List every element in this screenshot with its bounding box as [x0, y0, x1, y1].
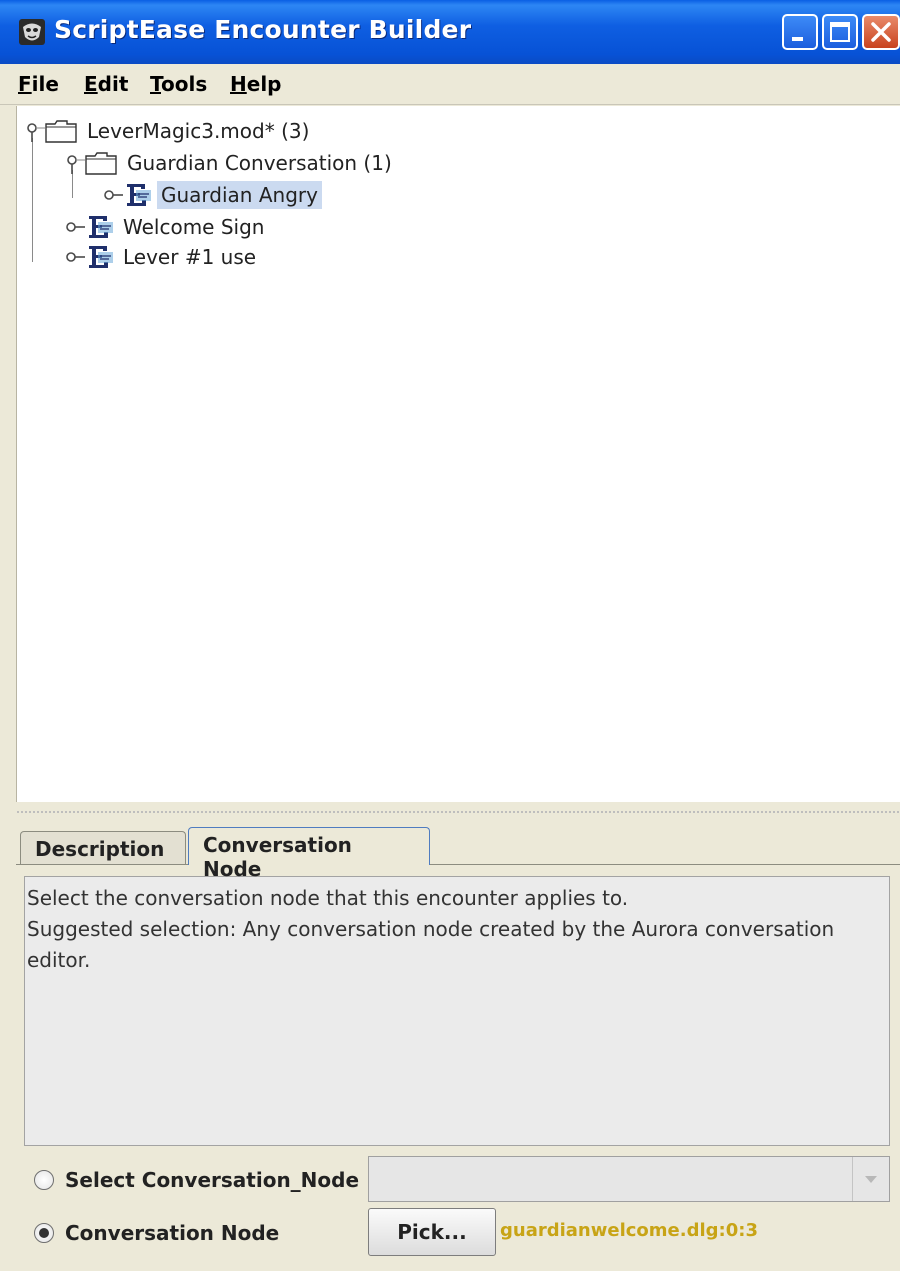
collapsed-handle-icon[interactable]: [101, 184, 123, 206]
chevron-down-icon[interactable]: [852, 1157, 889, 1201]
encounter-icon: [85, 243, 115, 271]
menu-tools-mnemonic: T: [150, 72, 161, 96]
expanded-handle-icon[interactable]: [23, 120, 45, 142]
menu-help-label: elp: [246, 72, 282, 96]
close-icon: [871, 22, 891, 42]
description-line: Select the conversation node that this e…: [27, 886, 629, 910]
scriptease-mask-icon: [19, 19, 45, 45]
tree-node-label: LeverMagic3.mod* (3): [87, 119, 310, 143]
tree-node-welcome-sign[interactable]: Welcome Sign: [63, 212, 268, 242]
collapsed-handle-icon[interactable]: [63, 216, 85, 238]
select-conversation-node-option[interactable]: Select Conversation_Node: [34, 1168, 359, 1192]
menu-help-mnemonic: H: [230, 72, 247, 96]
selected-node-value: guardianwelcome.dlg:0:3: [500, 1220, 758, 1241]
select-conversation-node-label: Select Conversation_Node: [65, 1168, 360, 1192]
description-line: Suggested selection: Any conversation no…: [27, 917, 835, 941]
minimize-icon: [792, 37, 803, 41]
tree-node-root[interactable]: LeverMagic3.mod* (3): [23, 116, 313, 146]
split-pane-divider[interactable]: [16, 802, 900, 824]
pick-button[interactable]: Pick...: [368, 1208, 496, 1256]
menu-edit-mnemonic: E: [84, 72, 98, 96]
tree-node-guardian-conversation[interactable]: Guardian Conversation (1): [63, 148, 396, 178]
menu-file-label: ile: [31, 72, 59, 96]
description-line: editor.: [27, 948, 91, 972]
tree-node-lever-1-use[interactable]: Lever #1 use: [63, 242, 260, 272]
tree-node-label: Guardian Conversation (1): [127, 151, 392, 175]
menu-edit[interactable]: Edit: [84, 72, 128, 96]
tab-description[interactable]: Description: [20, 831, 186, 865]
conversation-node-combo[interactable]: [368, 1156, 890, 1202]
maximize-button[interactable]: [822, 14, 858, 50]
radio-unchecked-icon[interactable]: [34, 1170, 54, 1190]
maximize-icon: [830, 22, 850, 42]
tree-line: [32, 138, 33, 262]
folder-icon: [45, 119, 77, 143]
encounter-icon: [123, 181, 153, 209]
minimize-button[interactable]: [782, 14, 818, 50]
encounter-icon: [85, 213, 115, 241]
tab-conversation-node[interactable]: Conversation Node: [188, 827, 430, 881]
folder-icon: [85, 151, 117, 175]
radio-checked-icon[interactable]: [34, 1223, 54, 1243]
tree-node-label: Welcome Sign: [123, 215, 265, 239]
tree-node-label: Guardian Angry: [157, 181, 322, 209]
collapsed-handle-icon[interactable]: [63, 246, 85, 268]
tab-divider: [16, 864, 900, 865]
menu-edit-label: dit: [97, 72, 129, 96]
menu-help[interactable]: Help: [230, 72, 282, 96]
conversation-node-option[interactable]: Conversation Node: [34, 1221, 279, 1245]
conversation-node-label: Conversation Node: [65, 1221, 280, 1245]
window-title: ScriptEase Encounter Builder: [54, 15, 472, 44]
menu-file[interactable]: File: [18, 72, 59, 96]
close-button[interactable]: [862, 14, 900, 50]
encounter-tree[interactable]: LeverMagic3.mod* (3) Guardian Conversati…: [16, 106, 900, 802]
title-bar[interactable]: ScriptEase Encounter Builder: [0, 0, 900, 64]
tree-node-guardian-angry[interactable]: Guardian Angry: [101, 180, 322, 210]
tree-node-label: Lever #1 use: [123, 245, 257, 269]
description-text: Select the conversation node that this e…: [24, 876, 890, 1146]
menu-tools[interactable]: Tools: [150, 72, 207, 96]
menu-bar: File Edit Tools Help: [0, 64, 900, 105]
menu-file-mnemonic: F: [18, 72, 32, 96]
menu-tools-label: ools: [161, 72, 208, 96]
expanded-handle-icon[interactable]: [63, 152, 85, 174]
